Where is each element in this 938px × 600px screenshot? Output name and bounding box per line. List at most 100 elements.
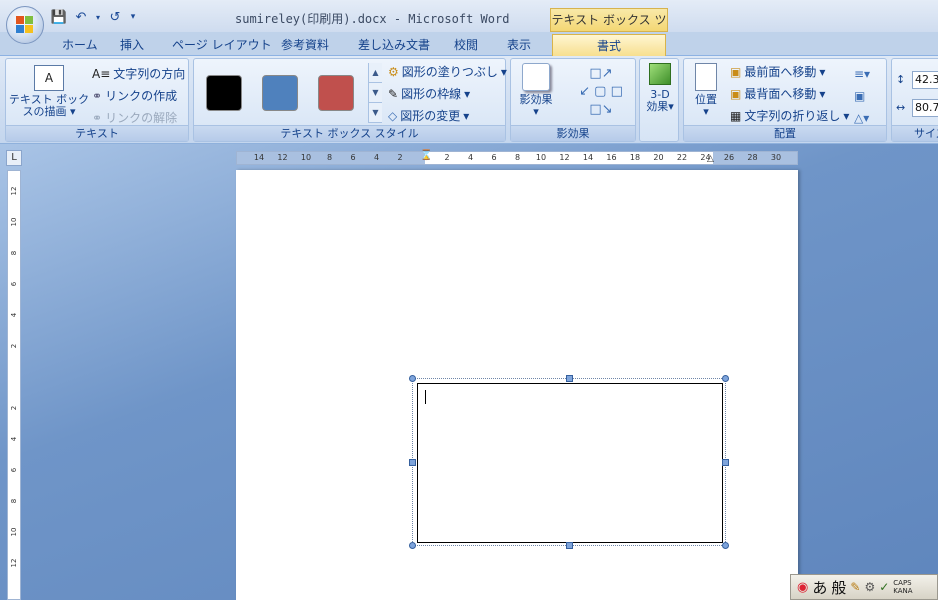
style-gallery-scroll[interactable]: ▲ ▼ ▼ xyxy=(368,63,382,123)
group-text: A テキスト ボックスの描画 ▾ A≡ 文字列の方向 ⚭ リンクの作成 ⚭ リン… xyxy=(5,58,189,142)
group-textbox-style: ▲ ▼ ▼ ⚙ 図形の塗りつぶし ▾ ✎ 図形の枠線 ▾ ◇ 図形の変更 ▾ テ… xyxy=(193,58,507,142)
style-swatch-blue[interactable] xyxy=(262,75,298,111)
change-shape-button[interactable]: ◇ 図形の変更 ▾ xyxy=(388,107,469,124)
3d-effects-button[interactable]: 3-D 効果▾ xyxy=(642,63,678,113)
resize-handle-top-left[interactable] xyxy=(409,375,416,382)
ruler-tick-label: 10 xyxy=(300,153,312,162)
office-button[interactable] xyxy=(6,6,44,44)
nudge-right-icon[interactable]: □ xyxy=(611,84,623,99)
tab-selector-button[interactable]: L xyxy=(6,150,22,166)
redo-icon[interactable]: ↺ xyxy=(106,8,124,26)
tab-page-layout[interactable]: ページ レイアウト xyxy=(166,34,278,56)
shape-outline-label: 図形の枠線 xyxy=(401,87,462,101)
tab-references[interactable]: 参考資料 xyxy=(275,34,335,56)
height-icon: ↕ xyxy=(896,73,906,86)
width-input[interactable]: 80.7 xyxy=(912,99,938,117)
gallery-up-icon[interactable]: ▲ xyxy=(369,63,382,83)
vertical-ruler-label: 12 xyxy=(10,558,18,568)
bring-front-icon: ▣ xyxy=(730,64,742,79)
quick-access-toolbar: 💾 ↶ ▾ ↺ ▾ xyxy=(50,6,138,28)
style-swatch-black[interactable] xyxy=(206,75,242,111)
link-icon: ⚭ xyxy=(92,88,103,103)
height-input[interactable]: 42.33 xyxy=(912,71,938,89)
shadow-effects-button[interactable]: 影効果 ▾ xyxy=(515,63,557,118)
ime-conversion-mode[interactable]: 般 xyxy=(831,577,846,598)
tab-format[interactable]: 書式 xyxy=(552,34,666,56)
text-direction-button[interactable]: A≡ 文字列の方向 xyxy=(92,65,185,82)
ime-tools-icon[interactable]: ⚙ xyxy=(864,580,875,594)
create-link-button[interactable]: ⚭ リンクの作成 xyxy=(92,87,177,104)
vertical-ruler-label: 2 xyxy=(10,405,18,411)
tab-home[interactable]: ホーム xyxy=(56,34,104,56)
ribbon-tabs: ホーム 挿入 ページ レイアウト 参考資料 差し込み文書 校閲 表示 書式 xyxy=(0,32,938,56)
resize-handle-top-right[interactable] xyxy=(722,375,729,382)
vertical-ruler-label: 6 xyxy=(10,467,18,473)
undo-dropdown-icon[interactable]: ▾ xyxy=(94,8,102,26)
gallery-more-icon[interactable]: ▼ xyxy=(369,103,382,123)
resize-handle-bottom-right[interactable] xyxy=(722,542,729,549)
ime-caps-kana: CAPS KANA xyxy=(893,579,912,595)
ruler-tick-label: 26 xyxy=(723,153,735,162)
document-workspace[interactable]: L 14 12 10 8 6 4 2 2 4 6 8 10 12 14 16 18 20 22 24 26 28 30 ⌛… xyxy=(0,144,938,600)
break-link-button[interactable]: ⚭ リンクの解除 xyxy=(92,109,177,126)
ime-icon[interactable]: ◉ xyxy=(797,580,808,595)
vertical-ruler-label: 8 xyxy=(10,250,18,256)
draw-textbox-button[interactable]: A テキスト ボックスの描画 ▾ xyxy=(8,65,90,118)
resize-handle-left[interactable] xyxy=(409,459,416,466)
ime-input-mode[interactable]: あ xyxy=(812,577,827,598)
nudge-up-icon[interactable]: □↗ xyxy=(589,66,612,81)
nudge-left-icon[interactable]: ↙ xyxy=(579,84,590,99)
position-icon xyxy=(695,63,717,91)
shapes-icon: ◇ xyxy=(388,108,398,123)
tab-view[interactable]: 表示 xyxy=(501,34,537,56)
break-link-icon: ⚭ xyxy=(92,110,103,125)
tab-review[interactable]: 校閲 xyxy=(448,34,484,56)
resize-handle-bottom-left[interactable] xyxy=(409,542,416,549)
resize-handle-bottom[interactable] xyxy=(566,542,573,549)
pencil-icon: ✎ xyxy=(388,86,399,101)
save-icon[interactable]: 💾 xyxy=(50,8,68,26)
style-swatch-red[interactable] xyxy=(318,75,354,111)
send-back-label: 最背面へ移動 xyxy=(744,87,817,101)
width-icon: ↔ xyxy=(896,101,906,114)
right-indent-icon[interactable]: △ xyxy=(707,154,714,164)
resize-handle-top[interactable] xyxy=(566,375,573,382)
shape-outline-button[interactable]: ✎ 図形の枠線 ▾ xyxy=(388,85,470,102)
ruler-tick-label: 12 xyxy=(277,153,288,162)
document-page[interactable] xyxy=(236,170,798,600)
toggle-shadow-icon[interactable]: ▢ xyxy=(594,84,606,99)
ime-check-icon[interactable]: ✓ xyxy=(879,580,889,594)
ruler-tick-label: 2 xyxy=(444,153,450,162)
horizontal-ruler[interactable]: 14 12 10 8 6 4 2 2 4 6 8 10 12 14 16 18 20 22 24 26 28 30 ⌛ △ xyxy=(236,150,798,165)
ruler-tick-label: 4 xyxy=(467,153,474,162)
bring-front-button[interactable]: ▣ 最前面へ移動 ▾ xyxy=(730,63,825,80)
textbox[interactable] xyxy=(417,383,723,543)
ime-pad-icon[interactable]: ✎ xyxy=(850,580,860,594)
text-wrap-button[interactable]: ▦ 文字列の折り返し ▾ xyxy=(730,107,849,124)
shadow-nudge-icons[interactable]: □↗ ↙ ▢ □ □↘ xyxy=(573,65,629,121)
shadow-icon xyxy=(522,63,550,91)
position-button[interactable]: 位置 ▾ xyxy=(688,63,724,118)
vertical-ruler-label: 4 xyxy=(10,312,18,318)
vertical-ruler-label: 12 xyxy=(10,186,18,196)
undo-icon[interactable]: ↶ xyxy=(72,8,90,26)
shape-fill-button[interactable]: ⚙ 図形の塗りつぶし ▾ xyxy=(388,63,507,80)
group-shadow-caption: 影効果 xyxy=(511,125,635,141)
align-icon[interactable]: ≡▾ xyxy=(854,67,870,81)
ruler-tick-label: 22 xyxy=(676,153,688,162)
send-back-button[interactable]: ▣ 最背面へ移動 ▾ xyxy=(730,85,825,102)
vertical-ruler-label: 2 xyxy=(10,343,18,349)
textbox-selection[interactable] xyxy=(409,375,729,549)
resize-handle-right[interactable] xyxy=(722,459,729,466)
group-size: ↕ 42.33 ↔ 80.7 サイズ xyxy=(891,58,938,142)
customize-qat-icon[interactable]: ▾ xyxy=(128,8,138,26)
rotate-icon[interactable]: △▾ xyxy=(854,111,869,125)
group-icon[interactable]: ▣ xyxy=(854,89,865,103)
gallery-down-icon[interactable]: ▼ xyxy=(369,83,382,103)
tab-insert[interactable]: 挿入 xyxy=(114,34,150,56)
nudge-down-icon[interactable]: □↘ xyxy=(589,102,612,117)
tab-mailings[interactable]: 差し込み文書 xyxy=(352,34,436,56)
indent-marker-icon[interactable]: ⌛ xyxy=(420,150,432,161)
ruler-tick-label: 6 xyxy=(491,153,497,162)
vertical-ruler[interactable]: 12 10 8 6 4 2 2 4 6 8 10 12 xyxy=(7,170,21,600)
